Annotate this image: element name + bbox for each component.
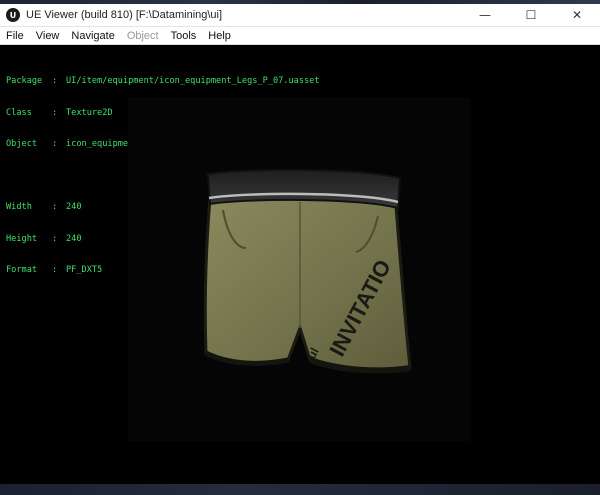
unreal-logo-icon: U bbox=[6, 8, 20, 22]
info-format-value: PF_DXT5 bbox=[66, 265, 103, 275]
menu-view[interactable]: View bbox=[30, 30, 66, 42]
info-package-value: UI/item/equipment/icon_equipment_Legs_P_… bbox=[66, 76, 320, 86]
menu-file[interactable]: File bbox=[0, 30, 30, 42]
close-button[interactable]: ✕ bbox=[554, 4, 600, 26]
minimize-icon: — bbox=[479, 8, 491, 22]
info-separator: : bbox=[52, 107, 58, 118]
info-height-value: 240 bbox=[66, 233, 82, 244]
info-class-label: Class bbox=[6, 107, 32, 118]
info-width-value: 240 bbox=[66, 202, 82, 212]
info-object-label: Object bbox=[6, 139, 38, 149]
texture-preview: INVITATIO ul bbox=[128, 98, 471, 441]
menu-object[interactable]: Object bbox=[121, 30, 165, 42]
info-separator: : bbox=[52, 233, 58, 244]
menu-bar: File View Navigate Object Tools Help bbox=[0, 27, 600, 45]
info-package-label: Package bbox=[6, 76, 43, 86]
ue-viewer-window: U UE Viewer (build 810) [F:\Datamining\u… bbox=[0, 4, 600, 484]
menu-help[interactable]: Help bbox=[202, 30, 237, 42]
info-class-value: Texture2D bbox=[66, 107, 113, 118]
minimize-button[interactable]: — bbox=[462, 4, 508, 26]
menu-navigate[interactable]: Navigate bbox=[65, 30, 120, 42]
info-format-label: Format bbox=[6, 265, 38, 275]
info-separator: : bbox=[52, 265, 58, 275]
info-separator: : bbox=[52, 76, 58, 86]
info-separator: : bbox=[52, 139, 58, 149]
info-height-label: Height bbox=[6, 233, 38, 244]
menu-tools[interactable]: Tools bbox=[165, 30, 203, 42]
viewer-canvas[interactable]: Package : UI/item/equipment/icon_equipme… bbox=[0, 45, 600, 484]
shorts-texture-image: INVITATIO ul bbox=[203, 168, 412, 374]
title-bar[interactable]: U UE Viewer (build 810) [F:\Datamining\u… bbox=[0, 4, 600, 27]
info-package-row: Package : UI/item/equipment/icon_equipme… bbox=[6, 76, 320, 87]
taskbar-strip bbox=[0, 484, 600, 495]
info-separator: : bbox=[52, 202, 58, 212]
window-title: UE Viewer (build 810) [F:\Datamining\ui] bbox=[26, 9, 223, 21]
info-width-label: Width bbox=[6, 202, 32, 212]
maximize-icon: ☐ bbox=[525, 8, 537, 22]
close-icon: ✕ bbox=[571, 8, 583, 22]
maximize-button[interactable]: ☐ bbox=[508, 4, 554, 26]
